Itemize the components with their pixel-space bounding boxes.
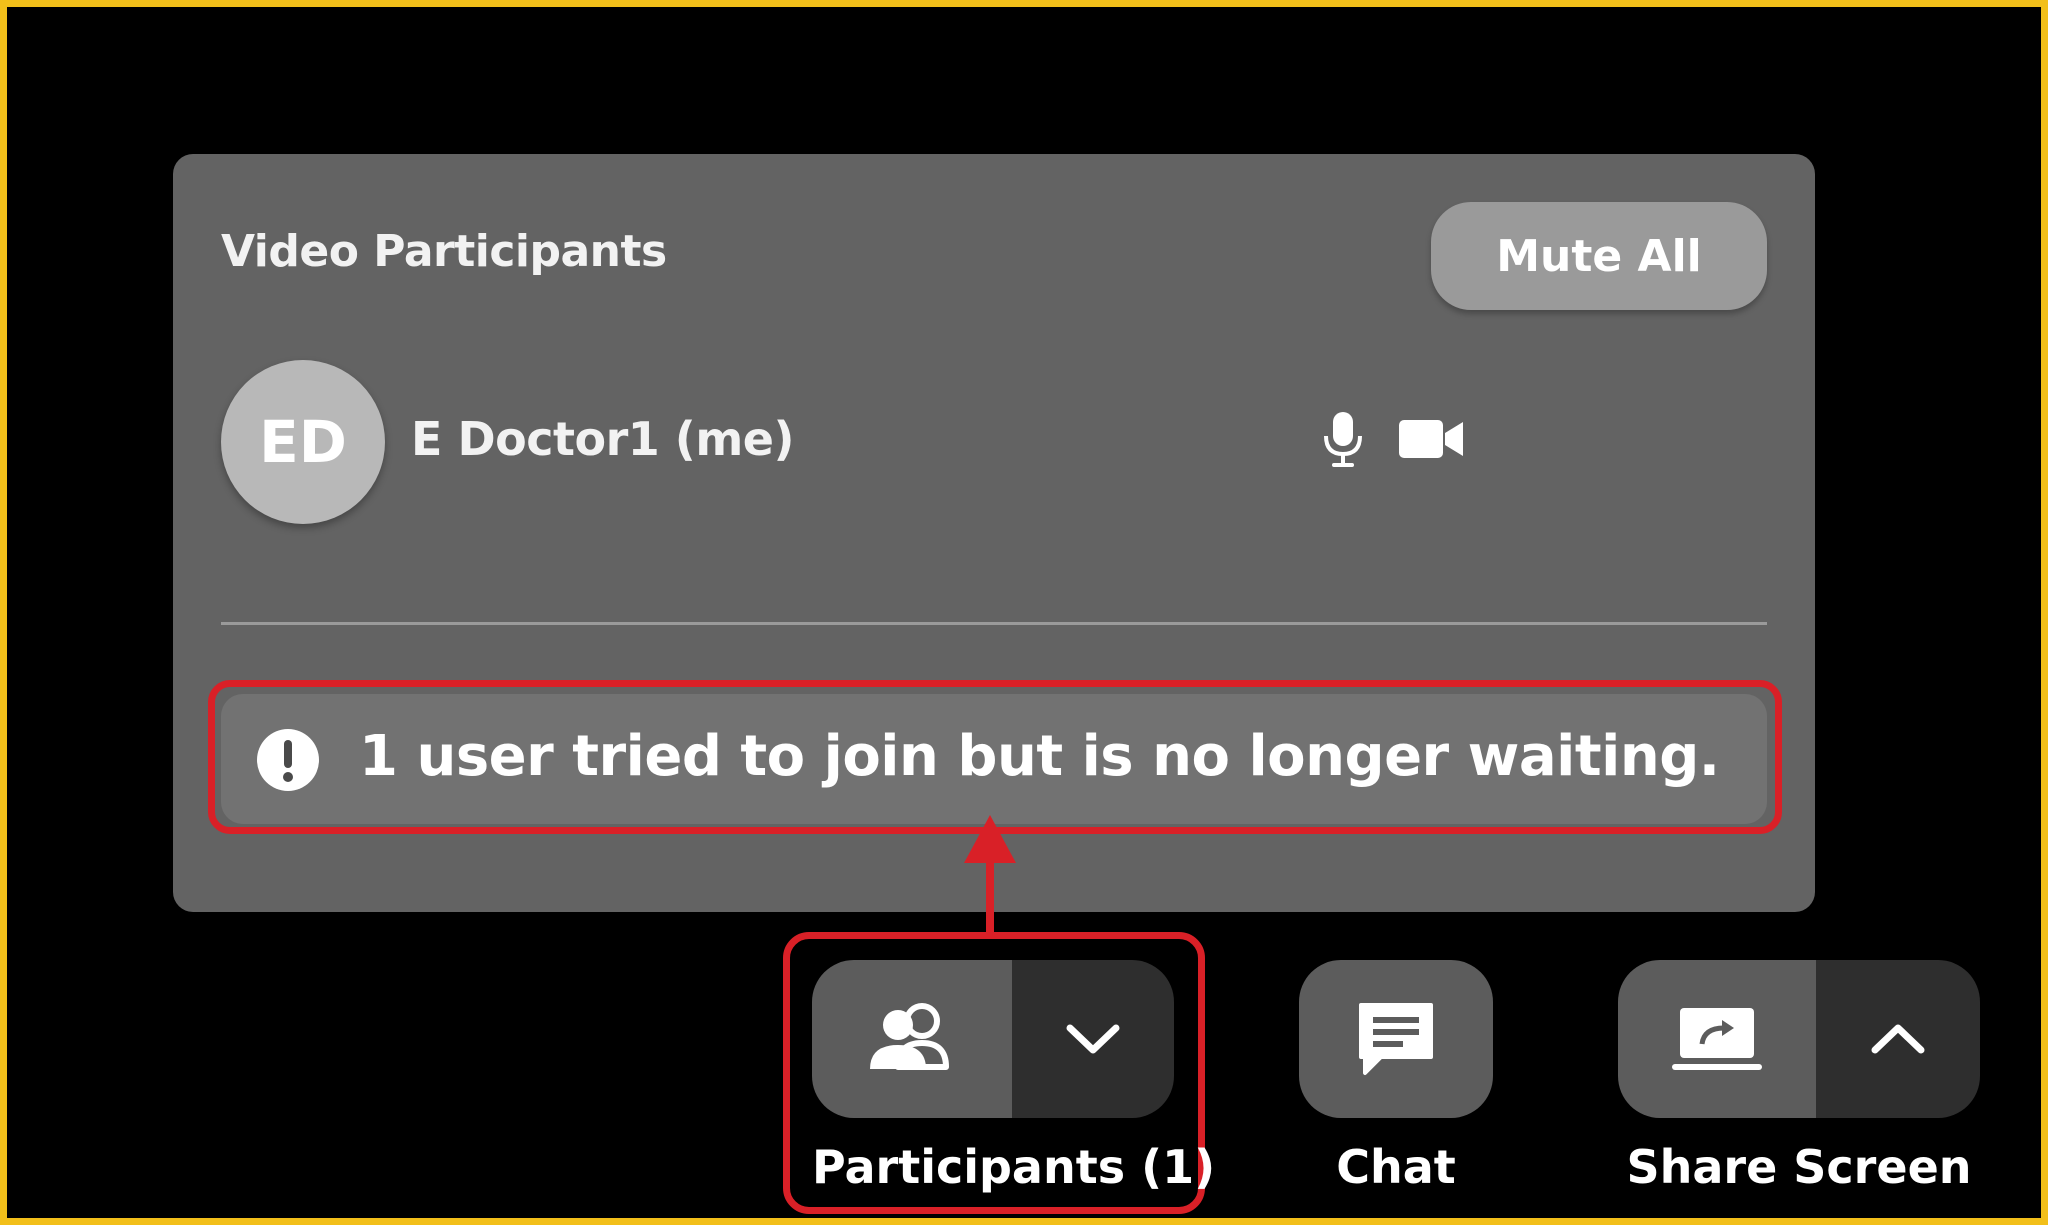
participant-name: E Doctor1 (me): [411, 412, 794, 466]
chat-icon: [1359, 1003, 1433, 1075]
participants-button[interactable]: [812, 960, 1012, 1118]
annotation-arrow-head: [964, 815, 1016, 863]
share-screen-icon: [1672, 1008, 1762, 1070]
share-screen-button[interactable]: [1618, 960, 1816, 1118]
annotation-highlight-notice: [208, 680, 1782, 834]
chevron-down-icon: [1066, 1024, 1120, 1054]
chat-button-group: [1299, 960, 1493, 1118]
video-camera-icon[interactable]: [1399, 418, 1463, 460]
chat-button[interactable]: [1299, 960, 1493, 1118]
annotation-arrow-line: [986, 860, 994, 934]
participants-label: Participants (1): [812, 1140, 1216, 1194]
avatar: ED: [221, 360, 385, 524]
participant-row: ED E Doctor1 (me): [221, 360, 1767, 524]
participants-dropdown-button[interactable]: [1012, 960, 1174, 1118]
share-screen-button-group: [1618, 960, 1980, 1118]
share-screen-label: Share Screen: [1626, 1140, 1972, 1194]
divider: [221, 622, 1767, 625]
panel-title: Video Participants: [221, 226, 667, 277]
mute-all-button[interactable]: Mute All: [1431, 202, 1767, 310]
share-screen-options-button[interactable]: [1816, 960, 1980, 1118]
chevron-up-icon: [1871, 1024, 1925, 1054]
participants-button-group: [812, 960, 1174, 1118]
users-icon: [870, 1003, 949, 1070]
microphone-icon[interactable]: [1319, 410, 1367, 470]
chat-label: Chat: [1336, 1140, 1456, 1194]
